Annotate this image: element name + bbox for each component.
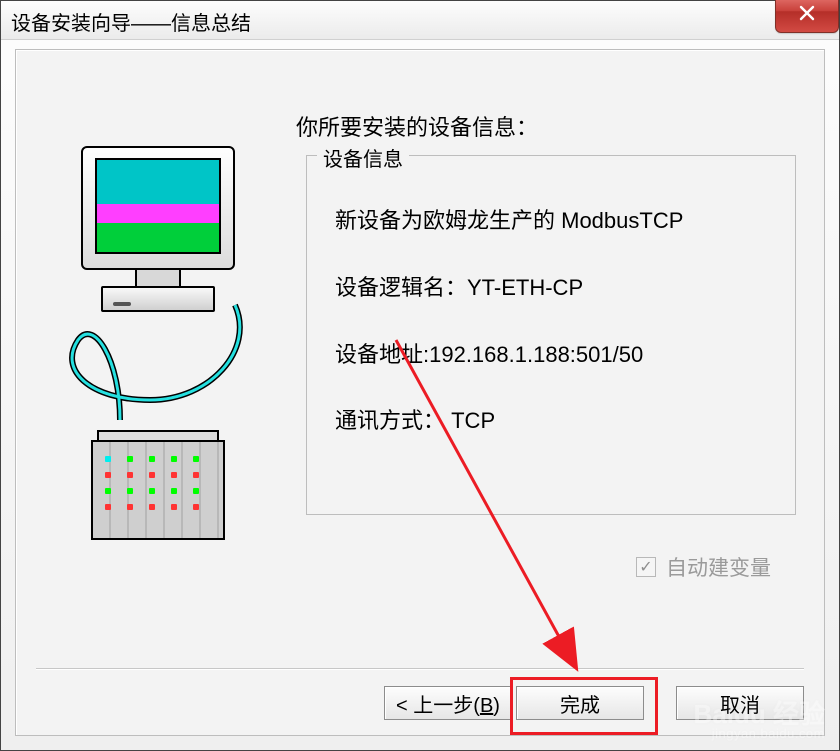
close-icon [798,4,816,22]
close-button[interactable] [775,0,839,33]
cancel-button[interactable]: 取消 [676,686,804,720]
info-comm: 通讯方式： TCP [335,406,767,437]
auto-create-var-checkbox: ✓ 自动建变量 [636,552,771,582]
button-separator [36,668,804,670]
info-device: 新设备为欧姆龙生产的 ModbusTCP [335,206,767,237]
computer-icon [71,140,241,310]
finish-button[interactable]: 完成 [516,686,644,720]
checkbox-icon: ✓ [636,557,656,577]
titlebar: 设备安装向导——信息总结 [1,1,839,40]
client-area: 你所要安装的设备信息： 设备信息 新设备为欧姆龙生产的 ModbusTCP 设备… [15,49,825,736]
info-logic: 设备逻辑名：YT-ETH-CP [335,273,767,304]
summary-heading: 你所要安装的设备信息： [296,110,538,142]
window-title: 设备安装向导——信息总结 [11,7,251,36]
wizard-graphic [56,140,256,570]
back-button[interactable]: < 上一步(B) [384,686,512,720]
plc-rack-icon [91,430,221,550]
info-address: 设备地址:192.168.1.188:501/50 [335,340,767,371]
group-label: 设备信息 [317,143,409,172]
device-info-group: 设备信息 新设备为欧姆龙生产的 ModbusTCP 设备逻辑名：YT-ETH-C… [306,155,796,515]
checkbox-label: 自动建变量 [666,552,771,582]
cable-icon [50,290,260,450]
wizard-window: 设备安装向导——信息总结 [0,0,840,751]
